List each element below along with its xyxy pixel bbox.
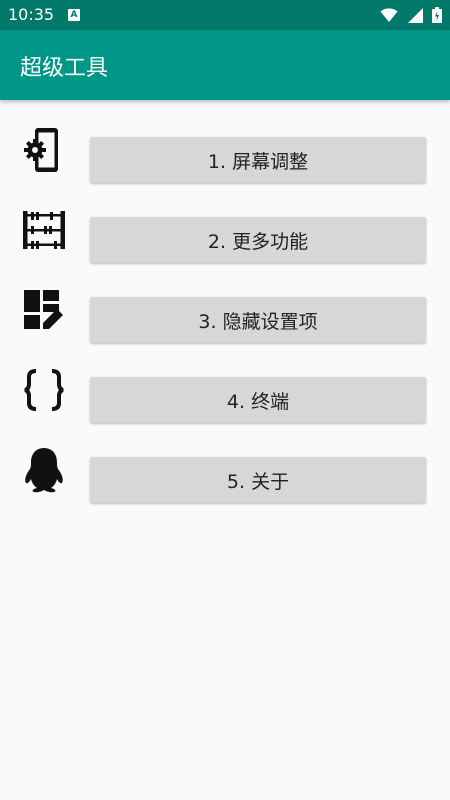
hidden-settings-button[interactable]: 3. 隐藏设置项 [90,297,426,343]
screen-adjust-button[interactable]: 1. 屏幕调整 [90,137,426,183]
abacus-icon [22,190,66,270]
dashboard-edit-icon [22,270,66,350]
terminal-button[interactable]: 4. 终端 [90,377,426,423]
wifi-icon [380,8,398,22]
menu-row-hidden-settings: 3. 隐藏设置项 [0,270,450,350]
qq-penguin-icon [22,430,66,510]
signal-icon [407,8,423,23]
app-title: 超级工具 [20,56,109,81]
status-time: 10:35 [8,5,55,24]
phone-settings-icon [22,110,66,190]
notification-icon: A [68,9,80,21]
code-braces-icon [22,350,66,430]
more-features-button[interactable]: 2. 更多功能 [90,217,426,263]
menu-row-about: 5. 关于 [0,430,450,510]
app-bar: 超级工具 [0,30,450,100]
menu-row-screen-adjust: 1. 屏幕调整 [0,110,450,190]
battery-icon [432,7,442,23]
menu-row-more-features: 2. 更多功能 [0,190,450,270]
menu-row-terminal: 4. 终端 [0,350,450,430]
status-icons [376,7,442,23]
status-bar: 10:35 A [0,0,450,30]
about-button[interactable]: 5. 关于 [90,457,426,503]
